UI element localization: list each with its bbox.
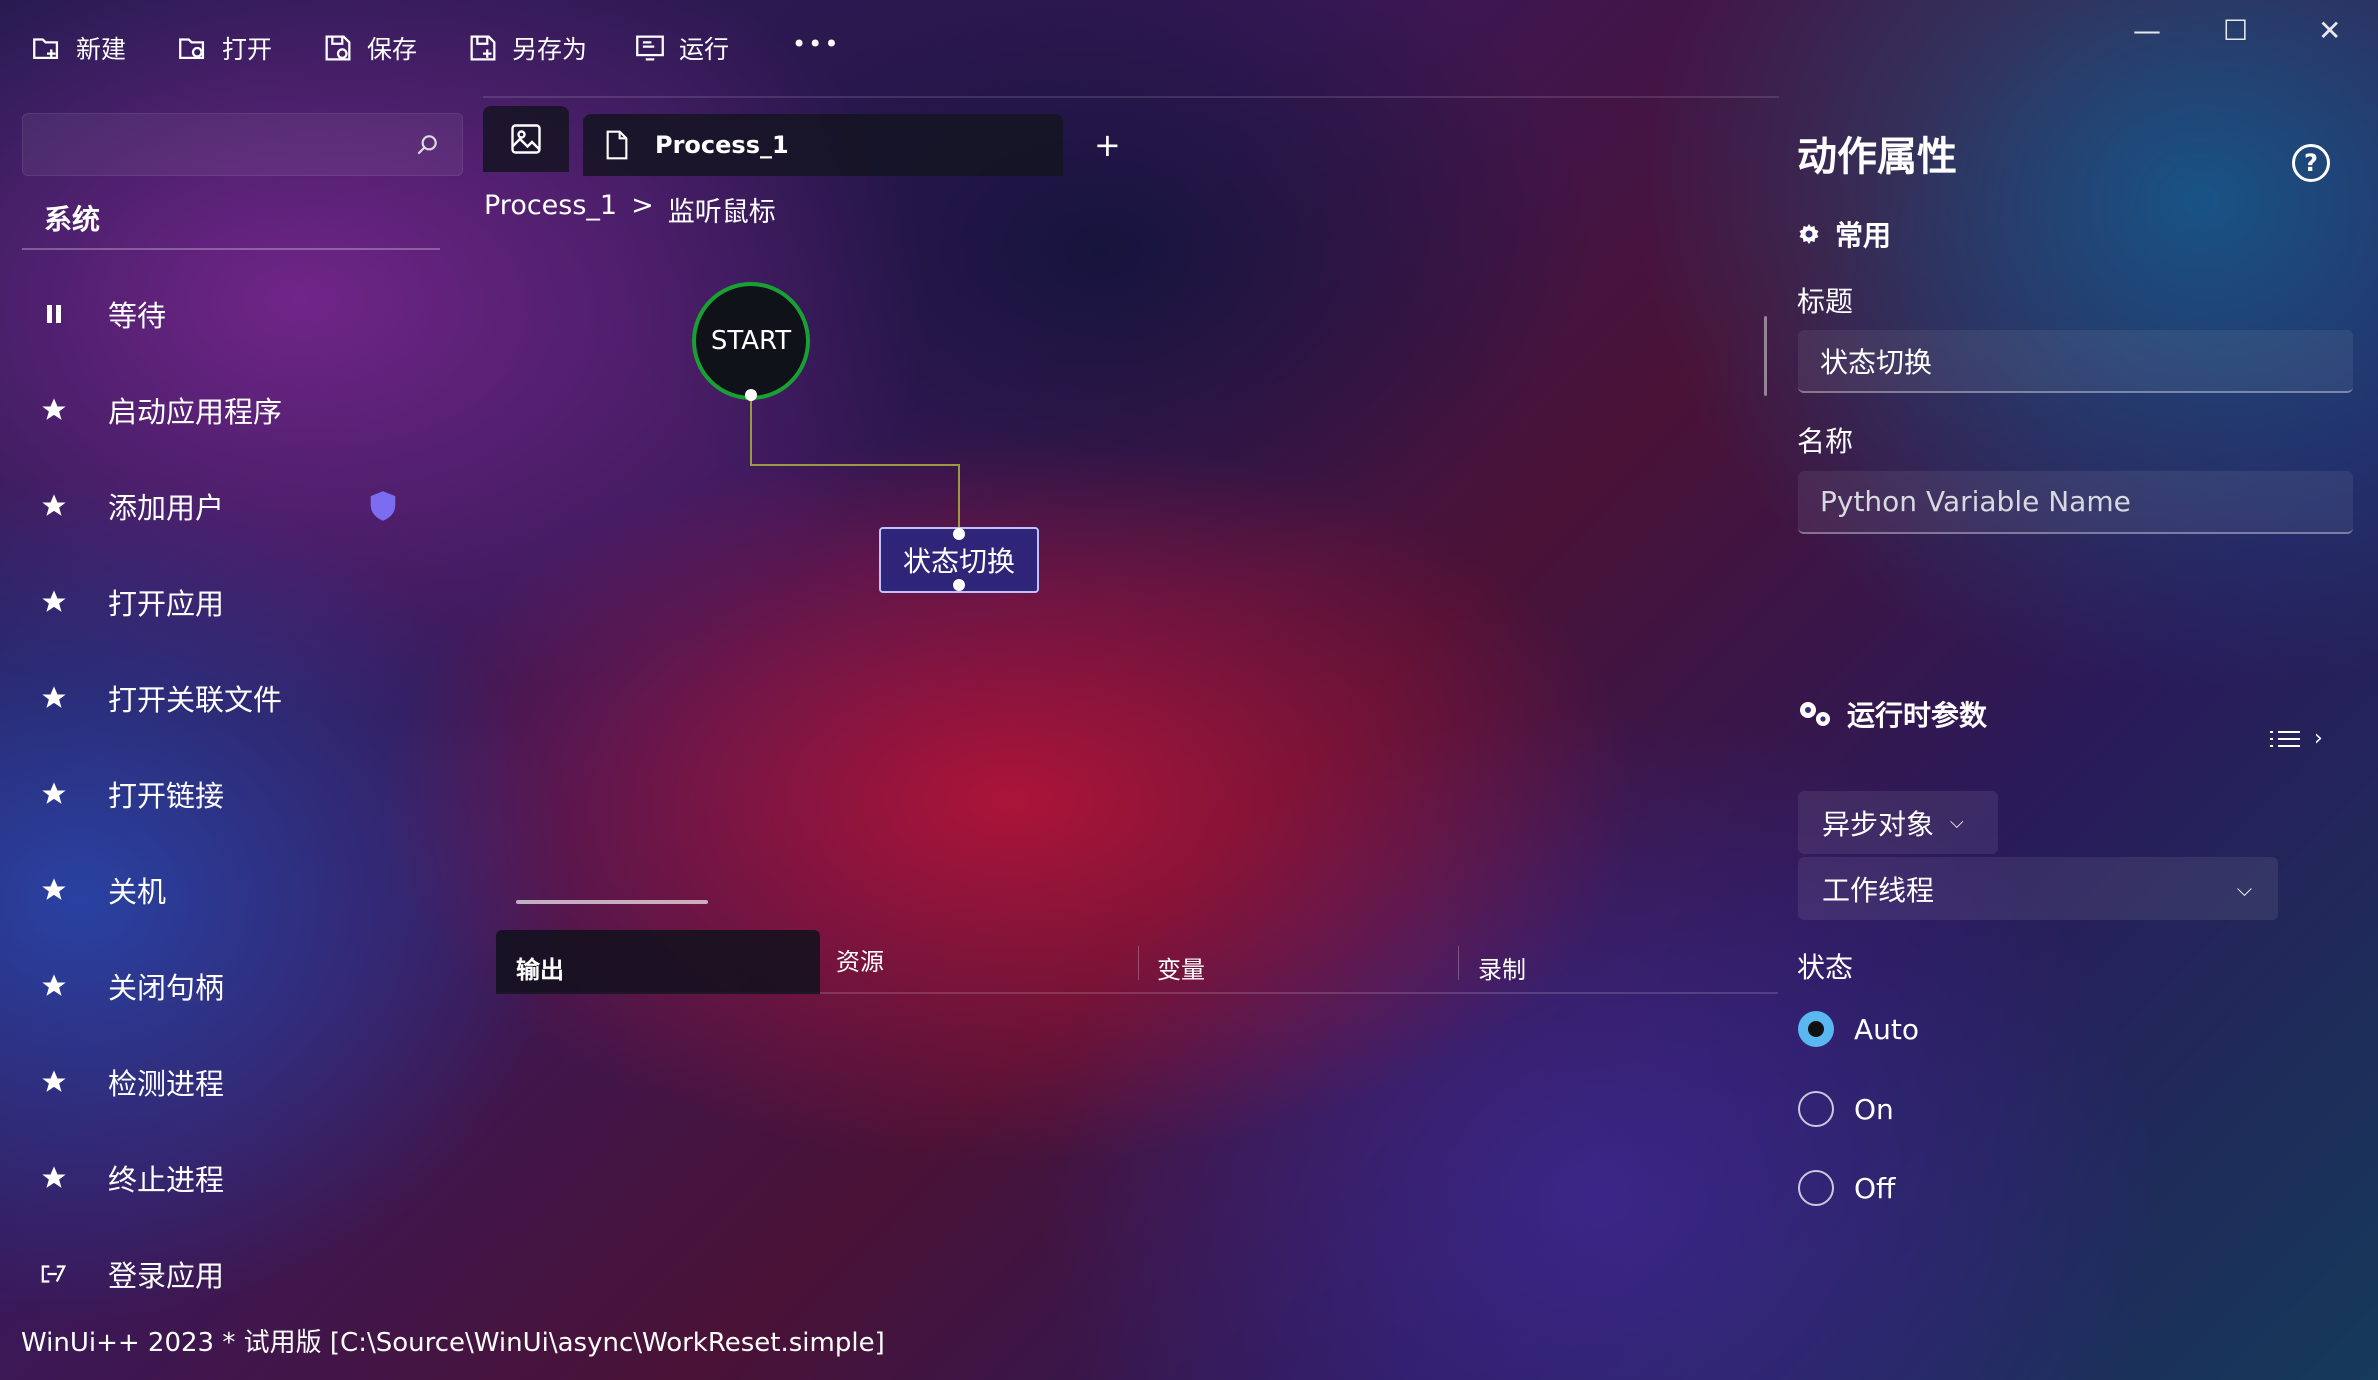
tab-resources[interactable]: 资源 — [836, 942, 884, 977]
chevron-down-icon: ⌵ — [1950, 812, 1964, 833]
star-icon — [40, 780, 68, 808]
title-field[interactable]: 状态切换 — [1798, 330, 2353, 393]
name-field-placeholder: Python Variable Name — [1820, 485, 2131, 518]
minimize-button[interactable]: — — [2133, 14, 2161, 47]
sidebar-item-label: 关闭句柄 — [108, 971, 225, 1005]
title-field-value: 状态切换 — [1820, 345, 1933, 379]
star-icon — [40, 972, 68, 1000]
star-icon — [40, 1164, 68, 1192]
thread-select-value: 工作线程 — [1822, 873, 1935, 907]
sidebar-item-label: 登录应用 — [108, 1259, 225, 1293]
state-radio-off[interactable]: Off — [1798, 1170, 1895, 1206]
radio-selected-icon — [1798, 1011, 1834, 1047]
name-field[interactable]: Python Variable Name — [1798, 471, 2353, 534]
runtime-section-label: 运行时参数 — [1847, 699, 1988, 732]
radio-empty-icon — [1798, 1091, 1834, 1127]
sidebar-item-terminate-process[interactable]: 终止进程 — [40, 1157, 224, 1199]
state-radio-auto[interactable]: Auto — [1798, 1011, 1919, 1047]
state-option-label: On — [1854, 1092, 1894, 1126]
chevron-right-icon: › — [2314, 726, 2323, 751]
sidebar-item-detect-process[interactable]: 检测进程 — [40, 1061, 224, 1103]
login-icon — [40, 1260, 68, 1288]
start-node[interactable]: START — [692, 282, 810, 400]
sidebar-item-label: 打开关联文件 — [108, 683, 283, 717]
sidebar-item-label: 关机 — [108, 875, 167, 909]
state-option-label: Auto — [1854, 1012, 1920, 1046]
async-object-label: 异步对象 — [1822, 807, 1935, 841]
gears-icon — [1800, 702, 1830, 726]
tab-recording[interactable]: 录制 — [1478, 950, 1526, 985]
common-section-label: 常用 — [1835, 219, 1892, 252]
sidebar-item-label: 打开链接 — [108, 779, 225, 813]
help-glyph: ? — [2304, 149, 2318, 177]
star-icon — [40, 1068, 68, 1096]
properties-splitter[interactable] — [1764, 316, 1767, 396]
chevron-down-icon: ⌵ — [2236, 876, 2252, 901]
list-icon — [2270, 730, 2300, 747]
status-bar-text: WinUi++ 2023 * 试用版 [C:\Source\WinUi\asyn… — [21, 1328, 885, 1358]
star-icon — [40, 684, 68, 712]
async-object-dropdown[interactable]: 异步对象 ⌵ — [1798, 791, 1998, 854]
state-radio-on[interactable]: On — [1798, 1091, 1894, 1127]
star-icon — [40, 876, 68, 904]
radio-empty-icon — [1798, 1170, 1834, 1206]
tab-output-label: 输出 — [516, 956, 564, 984]
sidebar-item-label: 检测进程 — [108, 1067, 225, 1101]
runtime-section-header: 运行时参数 — [1797, 694, 1987, 734]
tab-output[interactable]: 输出 — [496, 930, 820, 994]
sidebar-item-close-handle[interactable]: 关闭句柄 — [40, 965, 224, 1007]
panel-splitter[interactable] — [516, 900, 708, 904]
sidebar-item-open-link[interactable]: 打开链接 — [40, 773, 224, 815]
tab-divider — [1458, 946, 1459, 980]
tab-divider — [1138, 946, 1139, 980]
node-label: 状态切换 — [902, 545, 1015, 578]
sidebar-item-shutdown[interactable]: 关机 — [40, 869, 166, 911]
title-field-label: 标题 — [1797, 285, 1854, 318]
start-node-label: START — [710, 326, 792, 356]
name-field-label: 名称 — [1797, 425, 1854, 458]
node-input-port[interactable] — [953, 528, 965, 540]
help-icon[interactable]: ? — [2292, 144, 2330, 182]
node-output-port[interactable] — [953, 579, 965, 591]
tab-variables[interactable]: 变量 — [1157, 950, 1205, 985]
properties-title: 动作属性 — [1797, 134, 1957, 180]
list-view-toggle[interactable]: › — [2268, 726, 2323, 751]
sidebar-item-label: 终止进程 — [108, 1163, 225, 1197]
start-output-port[interactable] — [745, 389, 757, 401]
thread-select[interactable]: 工作线程 ⌵ — [1798, 857, 2278, 920]
common-section-header: 常用 — [1797, 214, 1891, 254]
sidebar-item-open-associated-file[interactable]: 打开关联文件 — [40, 677, 282, 719]
state-option-label: Off — [1854, 1171, 1896, 1205]
state-label: 状态 — [1797, 951, 1854, 984]
close-button[interactable]: ✕ — [2318, 14, 2341, 47]
sidebar-item-login-app[interactable]: 登录应用 — [40, 1253, 224, 1295]
gear-icon — [1799, 224, 1819, 244]
maximize-button[interactable]: ☐ — [2223, 14, 2248, 47]
